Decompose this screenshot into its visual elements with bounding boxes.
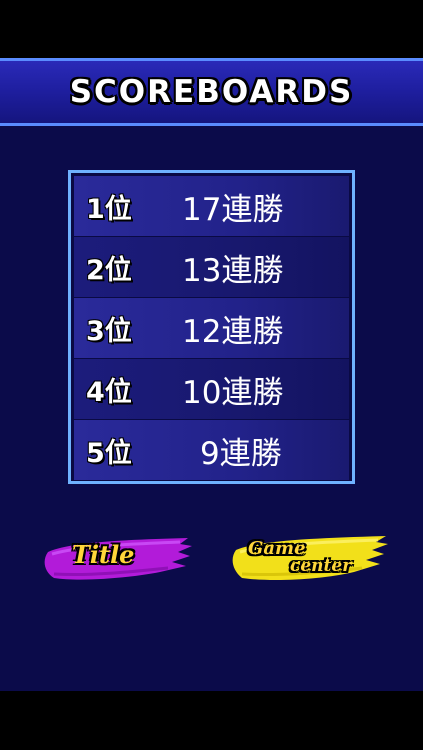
streak-value: 13連勝 bbox=[182, 252, 284, 289]
rank-label: 5位 bbox=[86, 437, 132, 469]
streak-value: 9連勝 bbox=[200, 435, 282, 472]
game-screen: SCOREBOARDS 1位 17連勝 2位 13連勝 3位 12連勝 4位 1… bbox=[0, 58, 423, 691]
score-row: 4位 10連勝 bbox=[74, 359, 349, 420]
score-row: 3位 12連勝 bbox=[74, 298, 349, 359]
streak-value: 10連勝 bbox=[182, 374, 284, 411]
rank-label: 4位 bbox=[86, 376, 132, 408]
score-row: 1位 17連勝 bbox=[74, 176, 349, 237]
scoreboard-panel: 1位 17連勝 2位 13連勝 3位 12連勝 4位 10連勝 5位 9連勝 bbox=[68, 170, 355, 484]
header-banner: SCOREBOARDS bbox=[0, 58, 423, 126]
page-title: SCOREBOARDS bbox=[69, 74, 354, 110]
streak-value: 12連勝 bbox=[182, 313, 284, 350]
gamecenter-button[interactable]: Game center bbox=[230, 532, 390, 586]
title-button-label: Title bbox=[72, 540, 135, 569]
rank-label: 1位 bbox=[86, 193, 132, 225]
gamecenter-label-line2: center bbox=[290, 556, 352, 576]
title-button[interactable]: Title bbox=[40, 532, 195, 586]
score-row: 2位 13連勝 bbox=[74, 237, 349, 298]
streak-value: 17連勝 bbox=[182, 191, 284, 228]
score-row: 5位 9連勝 bbox=[74, 420, 349, 480]
rank-label: 2位 bbox=[86, 254, 132, 286]
rank-label: 3位 bbox=[86, 315, 132, 347]
